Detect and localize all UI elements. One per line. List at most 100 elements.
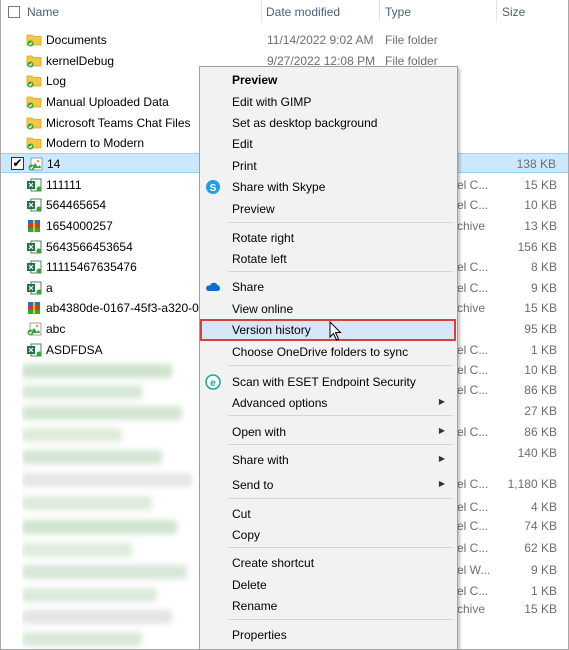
menu-item-label: Share [232, 280, 265, 294]
menu-item-properties[interactable]: Properties [200, 625, 457, 646]
menu-item-label: Create shortcut [232, 556, 315, 570]
column-divider[interactable] [379, 0, 380, 22]
file-size: 10 KB [524, 363, 557, 377]
menu-item-open-with[interactable]: Open with ▶ [200, 422, 457, 443]
menu-item-label: Rename [232, 599, 278, 613]
file-size: 9 KB [530, 281, 557, 295]
menu-item-preview[interactable]: Preview [200, 199, 457, 220]
menu-item-create-shortcut[interactable]: Create shortcut [200, 553, 457, 574]
menu-item-rename[interactable]: Rename [200, 596, 457, 617]
menu-item-view-online[interactable]: View online [200, 299, 457, 320]
menu-item-delete[interactable]: Delete [200, 575, 457, 596]
file-name: 111111 [46, 178, 82, 192]
menu-item-edit-with-gimp[interactable]: Edit with GIMP [200, 92, 457, 113]
menu-item-label: Version history [232, 323, 311, 337]
submenu-arrow-icon: ▶ [438, 454, 445, 463]
folder-sync-icon [26, 54, 43, 68]
file-size: 74 KB [524, 519, 557, 533]
menu-separator [228, 271, 453, 272]
file-size: 1 KB [530, 584, 557, 598]
menu-item-label: Choose OneDrive folders to sync [232, 345, 409, 359]
file-name: Log [46, 74, 67, 88]
blurred-row [22, 632, 142, 646]
svg-text:S: S [210, 183, 217, 194]
select-all-checkbox[interactable] [8, 6, 20, 18]
menu-item-edit[interactable]: Edit [200, 134, 457, 155]
file-size: 4 KB [530, 500, 557, 514]
file-type: File folder [385, 33, 438, 47]
menu-item-label: Print [232, 159, 257, 173]
excel-file-icon [26, 240, 43, 254]
file-name: 1654000257 [46, 219, 113, 233]
file-name: 11115467635476 [46, 260, 137, 274]
file-name: 564465654 [46, 198, 107, 212]
file-type-partial: el C... [457, 343, 489, 357]
menu-item-rotate-left[interactable]: Rotate left [200, 249, 457, 270]
column-header-size[interactable]: Size [502, 5, 525, 19]
menu-separator [228, 222, 453, 223]
column-header-type[interactable]: Type [385, 5, 411, 19]
mouse-pointer-icon [329, 321, 342, 341]
file-size: 86 KB [524, 425, 557, 439]
file-type-partial: el C... [457, 584, 489, 598]
menu-item-label: Rotate right [232, 231, 295, 245]
menu-item-choose-onedrive-folders-to-sync[interactable]: Choose OneDrive folders to sync [200, 342, 457, 363]
menu-separator [228, 619, 453, 620]
file-size: 62 KB [524, 541, 557, 555]
menu-item-rotate-right[interactable]: Rotate right [200, 228, 457, 249]
column-divider[interactable] [496, 0, 497, 22]
menu-item-send-to[interactable]: Send to ▶ [200, 475, 457, 496]
submenu-arrow-icon: ▶ [438, 397, 445, 406]
file-name: ab4380de-0167-45f3-a320-07 [46, 301, 206, 315]
menu-item-label: View online [232, 302, 294, 316]
menu-item-scan-with-eset-endpoint-security[interactable]: e Scan with ESET Endpoint Security [200, 372, 457, 393]
menu-item-label: Scan with ESET Endpoint Security [232, 375, 416, 389]
file-size: 86 KB [524, 383, 557, 397]
file-name: ASDFDSA [46, 343, 103, 357]
menu-item-label: Delete [232, 578, 267, 592]
file-size: 1 KB [530, 343, 557, 357]
menu-item-label: Copy [232, 528, 261, 542]
menu-item-share-with-skype[interactable]: S Share with Skype [200, 177, 457, 198]
submenu-arrow-icon: ▶ [438, 426, 445, 435]
menu-item-label: Cut [232, 507, 251, 521]
image-file-icon [27, 157, 44, 171]
menu-item-print[interactable]: Print [200, 156, 457, 177]
column-divider[interactable] [261, 0, 262, 22]
skype-icon: S [205, 179, 221, 195]
file-size: 138 KB [516, 157, 556, 171]
row-checkbox[interactable]: ✔ [11, 157, 24, 170]
file-type-partial: el C... [457, 363, 489, 377]
column-header-name[interactable]: Name [27, 5, 59, 19]
menu-item-label: Rotate left [232, 252, 287, 266]
menu-item-copy[interactable]: Copy [200, 525, 457, 546]
menu-item-label: Open with [232, 425, 287, 439]
excel-file-icon [26, 281, 43, 295]
onedrive-cloud-icon [205, 279, 221, 295]
column-header-bar: Name Date modified Type Size [0, 0, 569, 24]
archive-file-icon [26, 219, 43, 233]
image-file-icon [26, 322, 43, 336]
menu-separator [228, 498, 453, 499]
file-type-partial: el C... [457, 519, 489, 533]
menu-item-share-with[interactable]: Share with ▶ [200, 450, 457, 471]
menu-item-set-as-desktop-background[interactable]: Set as desktop background [200, 113, 457, 134]
menu-item-share[interactable]: Share [200, 277, 457, 298]
menu-item-advanced-options[interactable]: Advanced options ▶ [200, 393, 457, 414]
menu-separator [228, 444, 453, 445]
file-type-partial: chive [457, 301, 486, 315]
column-header-date-modified[interactable]: Date modified [266, 5, 340, 19]
excel-file-icon [26, 343, 43, 357]
file-type-partial: el C... [457, 425, 489, 439]
file-size: 15 KB [524, 178, 557, 192]
excel-file-icon [26, 178, 43, 192]
file-size: 8 KB [530, 260, 557, 274]
menu-item-preview[interactable]: Preview [200, 70, 457, 91]
file-type-partial: el C... [457, 477, 489, 491]
menu-item-label: Edit with GIMP [232, 95, 312, 109]
file-row[interactable]: Documents 11/14/2022 9:02 AM File folder [0, 30, 569, 50]
menu-item-label: Properties [232, 628, 287, 642]
file-name: 5643566453654 [46, 240, 133, 254]
menu-item-cut[interactable]: Cut [200, 504, 457, 525]
file-date-modified: 11/14/2022 9:02 AM [267, 33, 374, 47]
